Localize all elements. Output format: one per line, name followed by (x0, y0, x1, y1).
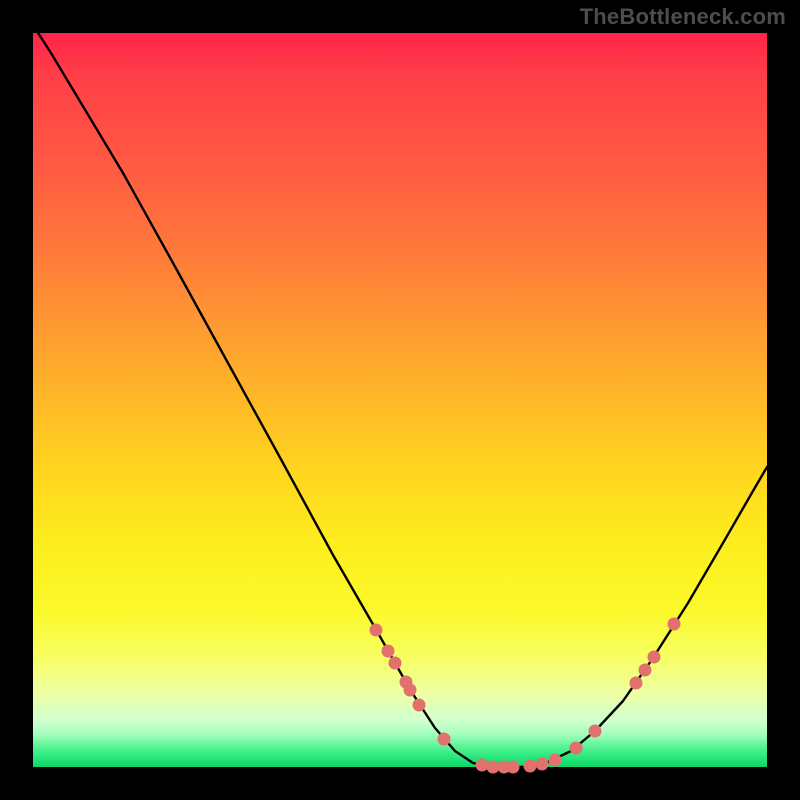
marker-dot (438, 733, 451, 746)
marker-dot (668, 618, 681, 631)
marker-dot (639, 664, 652, 677)
gradient-plot-area (33, 33, 767, 767)
marker-dot (404, 684, 417, 697)
marker-dot (389, 657, 402, 670)
marker-dot (507, 761, 520, 774)
marker-dot (536, 758, 549, 771)
marker-dot (589, 725, 602, 738)
marker-dot (524, 760, 537, 773)
marker-dot (549, 754, 562, 767)
marker-dot (382, 645, 395, 658)
watermark-text: TheBottleneck.com (580, 4, 786, 30)
curve-layer-svg (33, 33, 767, 767)
marker-dot (476, 759, 489, 772)
marker-dot (630, 677, 643, 690)
bottleneck-markers-group (370, 618, 681, 774)
marker-dot (648, 651, 661, 664)
marker-dot (570, 742, 583, 755)
marker-dot (413, 699, 426, 712)
marker-dot (370, 624, 383, 637)
chart-stage: TheBottleneck.com (0, 0, 800, 800)
